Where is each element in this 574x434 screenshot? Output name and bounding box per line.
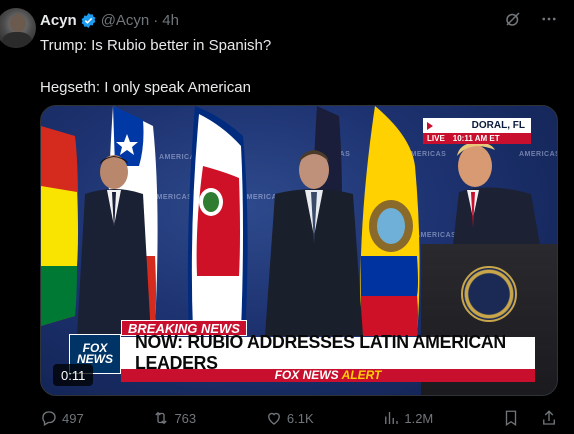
live-time: 10:11 AM ET [452, 134, 500, 143]
news-lower-third: FOX NEWS BREAKING NEWS NOW: RUBIO ADDRES… [65, 320, 557, 384]
live-row: LIVE 10:11 AM ET [423, 133, 531, 144]
heart-icon [267, 412, 280, 425]
alert-brand: FOX NEWS [274, 368, 339, 382]
repost-button[interactable]: 763 [152, 409, 196, 427]
more-icon[interactable] [540, 10, 558, 28]
video-timer: 0:11 [53, 364, 94, 386]
person-rubio [77, 155, 151, 336]
like-button[interactable]: 6.1K [265, 409, 314, 427]
location-badge: DORAL, FL LIVE 10:11 AM ET [423, 118, 531, 144]
action-bar: 497 763 6.1K 1.2M [40, 407, 558, 429]
header-actions [504, 10, 558, 28]
views-icon [385, 412, 399, 424]
avatar-head [10, 14, 26, 32]
action-right [502, 409, 558, 427]
avatar[interactable] [0, 8, 36, 48]
author-name[interactable]: Acyn [40, 12, 77, 29]
alert-word: ALERT [341, 368, 382, 382]
avatar-body [2, 32, 32, 48]
headline-bar: NOW: RUBIO ADDRESSES LATIN AMERICAN LEAD… [121, 332, 535, 373]
views-button[interactable]: 1.2M [382, 409, 433, 427]
reply-icon [42, 411, 56, 426]
reply-button[interactable]: 497 [40, 409, 84, 427]
tweet-text-line-1: Trump: Is Rubio better in Spanish? [40, 37, 272, 54]
tweet-text: Trump: Is Rubio better in Spanish? Hegse… [40, 36, 558, 98]
flag-costa-rica [187, 106, 248, 336]
share-icon[interactable] [540, 409, 558, 427]
tweet-time[interactable]: 4h [162, 12, 179, 29]
repost-icon [155, 411, 168, 425]
video-player[interactable]: AMERICAS AMERICAS AMERICAS AMERICAS AMER… [40, 105, 558, 396]
tweet-header: Acyn @Acyn · 4h [40, 10, 558, 30]
grok-icon[interactable] [504, 10, 522, 28]
bookmark-icon[interactable] [502, 409, 520, 427]
person-hegseth [265, 150, 363, 336]
views-count: 1.2M [404, 410, 434, 426]
reply-count: 497 [62, 410, 84, 426]
separator-dot: · [153, 11, 159, 29]
live-label: LIVE [427, 134, 445, 143]
like-count: 6.1K [286, 410, 314, 426]
verified-badge-icon [80, 12, 97, 29]
tweet[interactable]: Acyn @Acyn · 4h Trump: Is Rubio better i… [0, 0, 574, 434]
repost-count: 763 [174, 410, 197, 426]
author-handle[interactable]: @Acyn [101, 12, 150, 29]
location-text: DORAL, FL [471, 120, 525, 131]
alert-bar: FOX NEWS ALERT [121, 369, 535, 382]
presidential-seal [461, 266, 517, 322]
tweet-text-line-2: Hegseth: I only speak American [40, 79, 251, 96]
play-triangle-icon [427, 122, 433, 130]
